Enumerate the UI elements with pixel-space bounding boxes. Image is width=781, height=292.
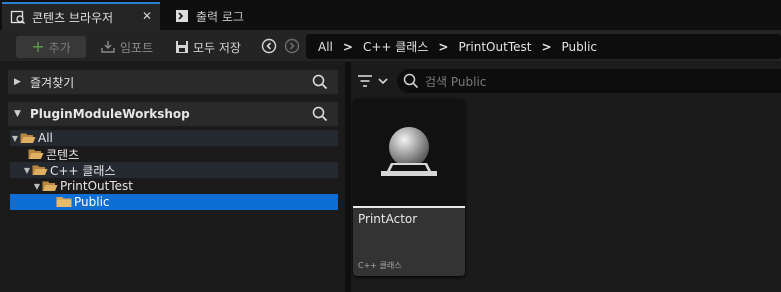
project-header[interactable]: ▼ PluginModuleWorkshop	[8, 102, 338, 126]
asset-search-input[interactable]: 검색 Public	[397, 69, 781, 93]
folder-icon	[56, 197, 72, 207]
import-button-label: 임포트	[120, 40, 154, 55]
tree-item-public[interactable]: Public	[10, 194, 338, 210]
forward-arrow-icon[interactable]	[284, 38, 300, 54]
import-icon	[100, 40, 116, 54]
add-button[interactable]: + 추가	[16, 36, 86, 58]
folder-open-icon	[28, 149, 44, 159]
back-arrow-icon[interactable]	[261, 38, 277, 54]
tree-item-label: PrintOutTest	[60, 179, 133, 193]
asset-search-placeholder: 검색 Public	[425, 74, 487, 89]
asset-name: PrintActor	[358, 212, 418, 226]
tree-item-label: 콘텐츠	[46, 147, 80, 162]
toolbar: + 추가 임포트 모두 저장 All > C++ 클래스 > PrintOutT…	[0, 30, 781, 62]
content-browser-icon	[10, 9, 26, 25]
plus-icon: +	[31, 37, 45, 56]
folder-tree: ▼ All 콘텐츠 ▼ C++ 클래스 ▼ PrintOutTest Publi…	[8, 128, 338, 292]
output-log-icon	[174, 8, 190, 24]
tab-output-log[interactable]: 출력 로그	[166, 2, 296, 30]
tree-item-label: Public	[74, 195, 110, 209]
tree-item-content[interactable]: 콘텐츠	[10, 146, 338, 162]
tree-item-cpp-classes[interactable]: ▼ C++ 클래스	[10, 162, 338, 178]
asset-view-panel: 검색 Public PrintActor C++ 클래스	[351, 62, 781, 292]
chevron-down-icon: ▼	[14, 109, 21, 119]
folder-open-icon	[42, 181, 58, 191]
breadcrumb-item-public[interactable]: Public	[562, 40, 598, 54]
chevron-down-icon	[378, 78, 388, 85]
tree-item-all[interactable]: ▼ All	[10, 130, 338, 146]
folder-open-icon	[32, 165, 48, 175]
chevron-down-icon[interactable]: ▼	[32, 182, 42, 191]
search-icon[interactable]	[312, 74, 328, 90]
tab-content-browser[interactable]: 콘텐츠 브라우저 ✕	[2, 2, 160, 30]
chevron-right-icon: ▶	[14, 77, 21, 87]
asset-tile[interactable]: PrintActor C++ 클래스	[353, 99, 465, 276]
search-icon[interactable]	[312, 106, 328, 122]
add-button-label: 추가	[48, 40, 71, 55]
tab-output-log-label: 출력 로그	[196, 9, 244, 24]
sources-panel: ▶ 즐겨찾기 ▼ PluginModuleWorkshop ▼ All 콘텐츠 …	[0, 62, 345, 292]
tab-bar: 콘텐츠 브라우저 ✕ 출력 로그	[0, 0, 781, 30]
chevron-down-icon[interactable]: ▼	[22, 166, 32, 175]
save-all-button-label: 모두 저장	[193, 40, 241, 55]
save-icon	[175, 40, 189, 54]
favorites-label: 즐겨찾기	[30, 75, 75, 90]
folder-open-icon	[20, 133, 36, 143]
filter-icon	[358, 75, 372, 87]
breadcrumb-item-cpp-classes[interactable]: C++ 클래스	[363, 38, 428, 55]
breadcrumb-item-printouttest[interactable]: PrintOutTest	[458, 40, 531, 54]
asset-type: C++ 클래스	[358, 261, 402, 270]
filter-button[interactable]	[357, 72, 389, 90]
search-icon	[403, 73, 419, 89]
breadcrumb-separator-icon[interactable]: >	[541, 40, 551, 54]
breadcrumb: All > C++ 클래스 > PrintOutTest > Public	[306, 34, 781, 59]
favorites-header[interactable]: ▶ 즐겨찾기	[8, 70, 338, 94]
breadcrumb-separator-icon[interactable]: >	[438, 40, 448, 54]
breadcrumb-item-all[interactable]: All	[318, 40, 333, 54]
close-icon[interactable]: ✕	[142, 9, 152, 23]
asset-thumbnail	[353, 99, 465, 206]
breadcrumb-separator-icon[interactable]: >	[343, 40, 353, 54]
actor-sphere-icon	[381, 127, 437, 176]
tab-content-browser-label: 콘텐츠 브라우저	[32, 10, 114, 25]
tree-item-label: All	[38, 131, 53, 145]
tree-item-label: C++ 클래스	[50, 163, 116, 178]
tree-item-printouttest[interactable]: ▼ PrintOutTest	[10, 178, 338, 194]
chevron-down-icon[interactable]: ▼	[10, 134, 20, 143]
asset-type-color-bar	[353, 206, 465, 208]
import-button[interactable]: 임포트	[100, 36, 153, 58]
save-all-button[interactable]: 모두 저장	[175, 36, 241, 58]
project-label: PluginModuleWorkshop	[30, 107, 190, 121]
